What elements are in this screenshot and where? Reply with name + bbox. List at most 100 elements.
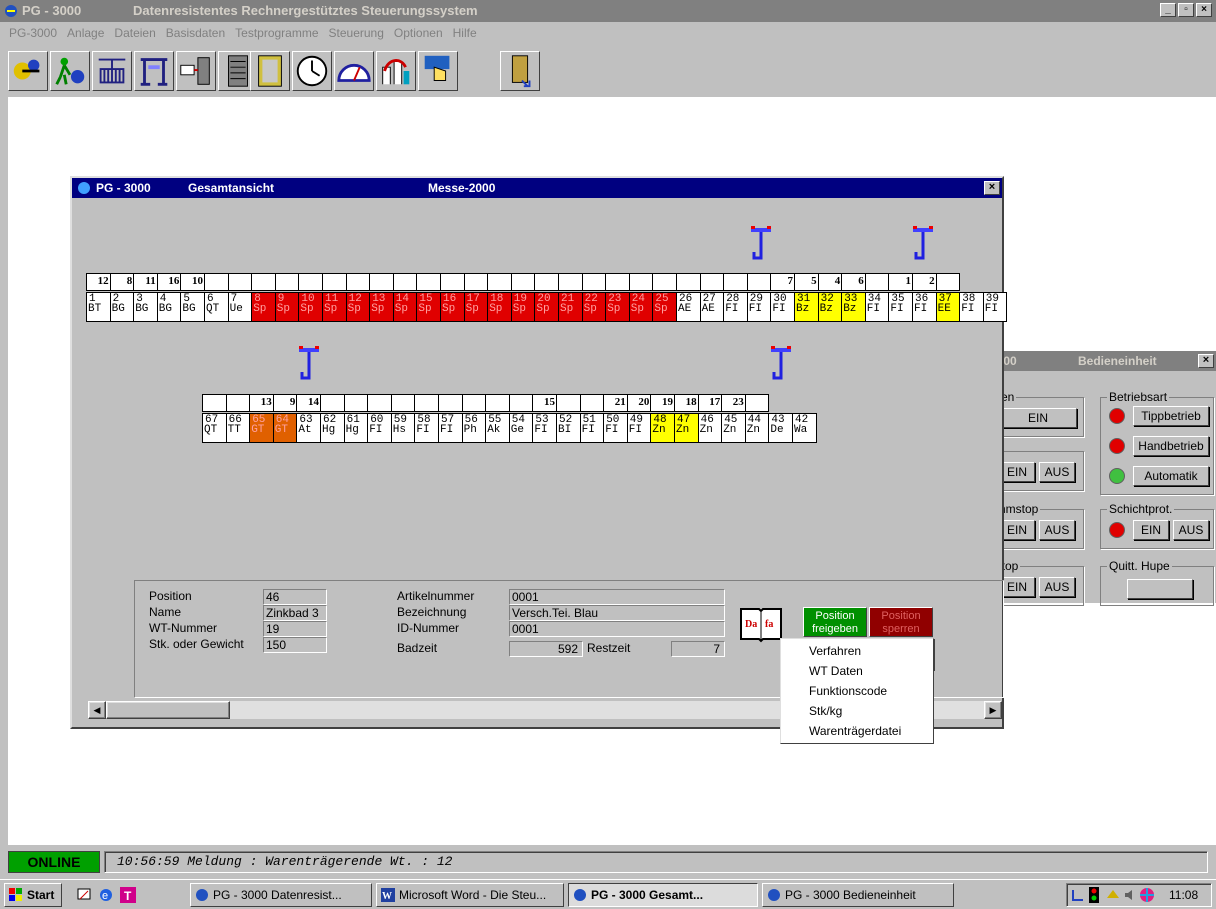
scroll-right-button[interactable]: ▶ (984, 701, 1002, 719)
station-cell-28[interactable]: 28 FI (723, 292, 748, 322)
station-cell-15[interactable]: 15 Sp (416, 292, 441, 322)
station-cell-52[interactable]: 52 BI (556, 413, 581, 443)
station-cell-11[interactable]: 11 Sp (322, 292, 347, 322)
station-cell-55[interactable]: 55 Ak (485, 413, 510, 443)
station-cell-21[interactable]: 21 Sp (558, 292, 583, 322)
station-cell-39[interactable]: 39 FI (982, 292, 1008, 322)
station-cell-46[interactable]: 46 Zn (697, 413, 723, 443)
et-aus-button[interactable]: AUS (1039, 462, 1075, 482)
station-cell-37[interactable]: 37 EE (935, 292, 961, 322)
crane-gantry-icon[interactable] (134, 51, 174, 91)
station-cell-51[interactable]: 51 FI (579, 413, 605, 443)
station-cell-8[interactable]: 8 Sp (251, 292, 276, 322)
computer-link-icon[interactable] (176, 51, 216, 91)
station-cell-35[interactable]: 35 FI (888, 292, 913, 322)
position-freigeben-button[interactable]: Position freigeben (803, 607, 867, 637)
et-ein-button[interactable]: EIN (999, 462, 1035, 482)
station-cell-58[interactable]: 58 FI (414, 413, 439, 443)
station-cell-1[interactable]: 1 BT (86, 292, 111, 322)
menu-item-warentraegerdatei[interactable]: Warenträgerdatei (781, 721, 933, 741)
station-cell-43[interactable]: 43 De (768, 413, 793, 443)
start-button[interactable]: Start (4, 883, 62, 907)
station-cell-59[interactable]: 59 Hs (390, 413, 416, 443)
station-cell-66[interactable]: 66 TT (225, 413, 251, 443)
automatik-button[interactable]: Automatik (1133, 466, 1209, 486)
station-cell-13[interactable]: 13 Sp (369, 292, 394, 322)
station-cell-61[interactable]: 61 Hg (343, 413, 369, 443)
station-cell-24[interactable]: 24 Sp (628, 292, 654, 322)
task-pg3000-datenresist[interactable]: PG - 3000 Datenresist... (190, 883, 372, 907)
station-cell-6[interactable]: 6 QT (204, 292, 229, 322)
station-cell-18[interactable]: 18 Sp (487, 292, 512, 322)
station-cell-20[interactable]: 20 Sp (534, 292, 559, 322)
station-cell-3[interactable]: 3 BG (133, 292, 158, 322)
station-cell-53[interactable]: 53 FI (532, 413, 557, 443)
scroll-thumb[interactable] (106, 701, 230, 719)
station-cell-26[interactable]: 26 AE (676, 292, 701, 322)
worker-icon[interactable] (50, 51, 90, 91)
clock-icon[interactable] (292, 51, 332, 91)
station-cell-56[interactable]: 56 Ph (461, 413, 487, 443)
station-cell-50[interactable]: 50 FI (603, 413, 628, 443)
station-cell-49[interactable]: 49 FI (626, 413, 652, 443)
rack-icon[interactable] (92, 51, 132, 91)
tray-traffic-light-icon[interactable] (1089, 887, 1099, 903)
menu-dateien[interactable]: Dateien (109, 26, 160, 40)
scroll-left-button[interactable]: ◀ (88, 701, 106, 719)
schichtprot-aus-button[interactable]: AUS (1173, 520, 1209, 540)
tray-network-icon[interactable] (1071, 888, 1085, 902)
station-cell-10[interactable]: 10 Sp (298, 292, 323, 322)
station-cell-32[interactable]: 32 Bz (817, 292, 843, 322)
station-cell-42[interactable]: 42 Wa (792, 413, 817, 443)
station-cell-17[interactable]: 17 Sp (463, 292, 489, 322)
station-cell-36[interactable]: 36 FI (912, 292, 937, 322)
station-cell-33[interactable]: 33 Bz (841, 292, 866, 322)
station-cell-4[interactable]: 4 BG (156, 292, 182, 322)
menu-basisdaten[interactable]: Basisdaten (161, 26, 230, 40)
menu-item-wt-daten[interactable]: WT Daten (781, 661, 933, 681)
tray-speaker-icon[interactable] (1123, 888, 1137, 902)
station-cell-30[interactable]: 30 FI (770, 292, 795, 322)
handbetrieb-button[interactable]: Handbetrieb (1133, 436, 1209, 456)
maximize-button[interactable]: ▫ (1178, 3, 1194, 17)
station-cell-12[interactable]: 12 Sp (345, 292, 371, 322)
document-icon[interactable] (250, 51, 290, 91)
station-cell-44[interactable]: 44 Zn (744, 413, 770, 443)
quitt-hupe-button[interactable] (1127, 579, 1193, 599)
station-cell-48[interactable]: 48 Zn (650, 413, 675, 443)
station-cell-22[interactable]: 22 Sp (581, 292, 607, 322)
key-person-icon[interactable] (8, 51, 48, 91)
close-button[interactable]: × (1196, 3, 1212, 17)
bedieneinheit-close-button[interactable]: × (1198, 354, 1214, 368)
station-cell-38[interactable]: 38 FI (959, 292, 984, 322)
station-cell-57[interactable]: 57 FI (438, 413, 463, 443)
book-icon[interactable]: Da fa (739, 603, 783, 645)
position-sperren-button[interactable]: Position sperren (869, 607, 933, 637)
station-cell-65[interactable]: 65 GT (249, 413, 274, 443)
menu-item-stk-kg[interactable]: Stk/kg (781, 701, 933, 721)
task-pg3000-gesamt[interactable]: PG - 3000 Gesamt... (568, 883, 758, 907)
menu-anlage[interactable]: Anlage (62, 26, 109, 40)
station-cell-19[interactable]: 19 Sp (510, 292, 536, 322)
tippbetrieb-button[interactable]: Tippbetrieb (1133, 406, 1209, 426)
station-cell-27[interactable]: 27 AE (699, 292, 725, 322)
station-cell-9[interactable]: 9 Sp (274, 292, 300, 322)
chart-arrow-icon[interactable] (376, 51, 416, 91)
task-word[interactable]: W Microsoft Word - Die Steu... (376, 883, 564, 907)
station-cell-34[interactable]: 34 FI (864, 292, 890, 322)
schichten-ein-button[interactable]: EIN (999, 408, 1077, 428)
gesamtansicht-close-button[interactable]: × (984, 181, 1000, 195)
quicklaunch-telekom-icon[interactable]: T (120, 887, 136, 903)
station-cell-16[interactable]: 16 Sp (440, 292, 465, 322)
station-cell-62[interactable]: 62 Hg (320, 413, 345, 443)
station-cell-67[interactable]: 67 QT (202, 413, 227, 443)
station-cell-31[interactable]: 31 Bz (794, 292, 819, 322)
station-cell-29[interactable]: 29 FI (746, 292, 772, 322)
menu-steuerung[interactable]: Steuerung (324, 26, 389, 40)
station-cell-14[interactable]: 14 Sp (392, 292, 418, 322)
schichtprot-ein-button[interactable]: EIN (1133, 520, 1169, 540)
programmstop-aus-button[interactable]: AUS (1039, 520, 1075, 540)
station-cell-5[interactable]: 5 BG (180, 292, 205, 322)
station-cell-63[interactable]: 63 At (296, 413, 321, 443)
programmstop-ein-button[interactable]: EIN (999, 520, 1035, 540)
